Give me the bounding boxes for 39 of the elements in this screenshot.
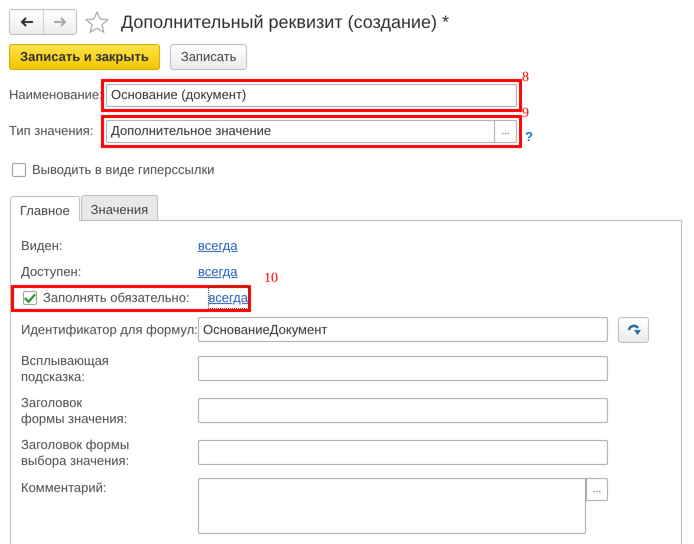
help-link[interactable]: ? <box>525 126 533 146</box>
curved-arrow-icon <box>626 322 640 336</box>
field-label: Виден: <box>21 238 63 252</box>
field-label: Заголовок формы значения: <box>21 394 128 426</box>
annotation-number: 9 <box>522 104 529 122</box>
back-arrow-icon <box>20 16 34 28</box>
checkbox-label: Выводить в виде гиперссылки <box>32 161 214 179</box>
link[interactable]: всегда <box>208 288 248 308</box>
input-field[interactable]: Дополнительное значение <box>106 120 495 142</box>
save-button[interactable]: Записать <box>170 44 248 70</box>
comment-field[interactable] <box>198 478 586 534</box>
input-field[interactable]: ОснованиеДокумент <box>198 317 608 342</box>
field-label: Комментарий: <box>21 480 106 494</box>
field-label: Доступен: <box>21 264 82 278</box>
field-label: Наименование: <box>9 86 101 104</box>
tab[interactable]: Значения <box>80 194 158 220</box>
input-field[interactable] <box>198 398 608 423</box>
forward-arrow-icon <box>53 16 67 28</box>
field-label: Заполнять обязательно: <box>43 290 190 305</box>
save-and-close-button[interactable]: Записать и закрыть <box>9 44 160 70</box>
checkbox[interactable] <box>23 291 37 305</box>
field-label: Всплывающая подсказка: <box>21 352 109 384</box>
choice-button[interactable]: ... <box>495 120 517 142</box>
field-label: Тип значения: <box>9 122 94 140</box>
choice-button[interactable]: ... <box>586 478 608 500</box>
field-label: Идентификатор для формул: <box>21 322 198 336</box>
action-button[interactable] <box>618 316 649 342</box>
checkbox[interactable] <box>12 162 26 177</box>
link[interactable]: всегда <box>198 236 238 256</box>
star-icon[interactable] <box>85 10 109 34</box>
field-label: Заголовок формы выбора значения: <box>21 436 130 468</box>
input-field[interactable] <box>198 356 608 381</box>
window-title: Дополнительный реквизит (создание) * <box>121 10 449 34</box>
link[interactable]: всегда <box>198 262 238 282</box>
tab[interactable]: Главное <box>10 196 80 220</box>
input-field[interactable]: Основание (документ) <box>106 84 517 106</box>
annotation-number: 10 <box>264 270 278 288</box>
annotation-number: 8 <box>522 68 529 86</box>
input-field[interactable] <box>198 440 608 465</box>
